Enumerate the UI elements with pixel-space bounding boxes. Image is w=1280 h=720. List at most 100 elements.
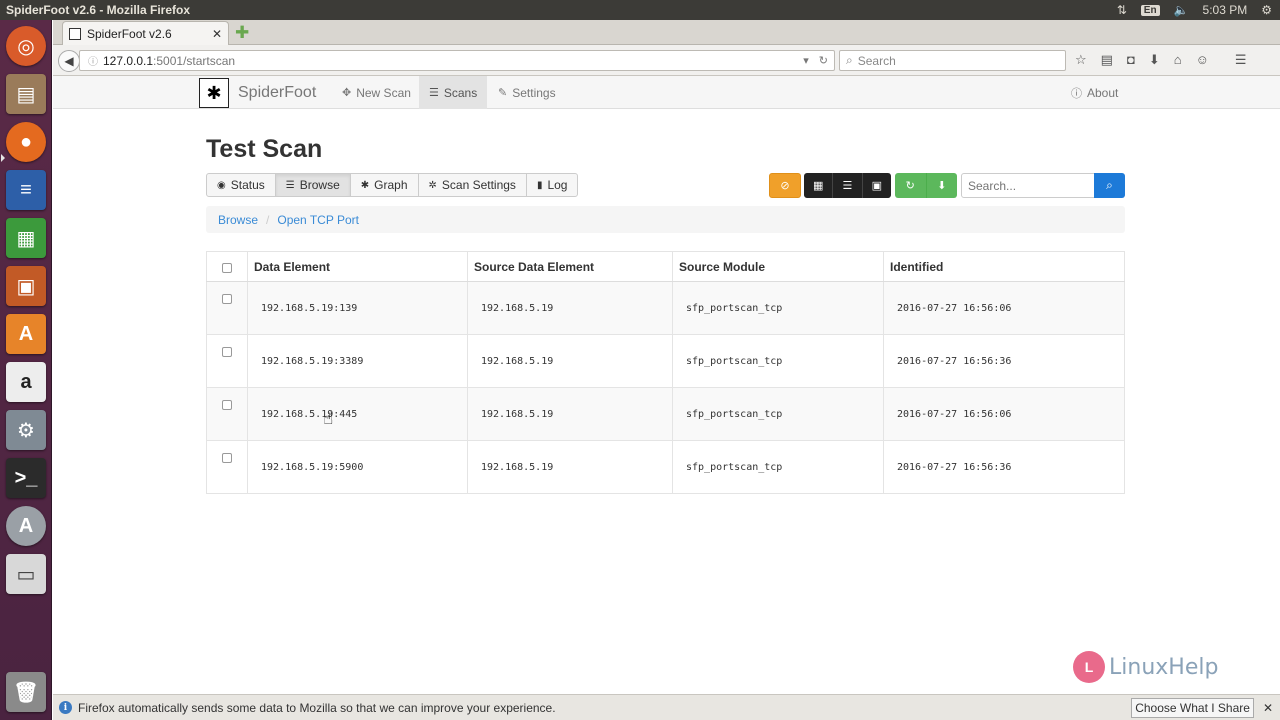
cell-source: 192.168.5.19 — [467, 387, 673, 441]
tab-log[interactable]: ▮ Log — [525, 173, 579, 197]
tab-browse-label: Browse — [299, 178, 340, 192]
downloads-icon[interactable]: ⬇ — [1149, 52, 1160, 68]
cell-module: sfp_portscan_tcp — [672, 281, 884, 335]
cell-data-element: 192.168.5.19:139 — [247, 281, 468, 335]
browser-search-input[interactable]: ⌕ Search — [839, 50, 1066, 71]
keyboard-layout-indicator[interactable]: En — [1140, 4, 1160, 16]
spiderfoot-brand[interactable]: ✱ SpiderFoot — [199, 78, 316, 108]
browser-tab[interactable]: SpiderFoot v2.6 ✕ — [62, 21, 229, 45]
url-bar[interactable]: ⓘ 127.0.0.1 :5001/startscan ▾ ↻ — [79, 50, 835, 71]
tab-title: SpiderFoot v2.6 — [87, 26, 172, 41]
amazon-icon[interactable]: a — [6, 362, 46, 402]
image-view-button[interactable]: ▣ — [863, 173, 891, 198]
page-title: Test Scan — [206, 135, 323, 163]
files-icon[interactable]: ▤ — [6, 74, 46, 114]
tab-status[interactable]: ◉ Status — [206, 173, 276, 197]
url-dropdown-icon[interactable]: ▾ — [803, 54, 809, 67]
breadcrumb-current-link[interactable]: Open TCP Port — [277, 213, 359, 227]
reload-icon[interactable]: ↻ — [819, 54, 828, 67]
header-source-module[interactable]: Source Module — [672, 251, 884, 282]
list-view-button[interactable]: ☰ — [833, 173, 863, 198]
search-icon: ⌕ — [1106, 178, 1113, 192]
back-button[interactable]: ◀ — [58, 50, 80, 72]
select-all-cell — [206, 251, 248, 282]
pocket-icon[interactable]: ◘ — [1127, 52, 1135, 68]
system-settings-icon[interactable]: ⚙ — [6, 410, 46, 450]
disks-icon[interactable]: ▭ — [6, 554, 46, 594]
select-all-checkbox[interactable] — [222, 262, 232, 273]
trash-icon[interactable]: 🗑 — [6, 672, 46, 712]
header-source-data-element[interactable]: Source Data Element — [467, 251, 673, 282]
results-table: Data Element Source Data Element Source … — [206, 251, 1125, 494]
search-button[interactable]: ⌕ — [1094, 173, 1125, 198]
nav-about-label: About — [1087, 85, 1119, 100]
browser-tab-bar: SpiderFoot v2.6 ✕ ✚ — [53, 20, 1280, 45]
download-button[interactable]: ⬇ — [927, 173, 958, 198]
breadcrumb-separator: / — [266, 212, 270, 227]
firefox-icon[interactable]: ● — [6, 122, 46, 162]
home-icon[interactable]: ⌂ — [1174, 52, 1182, 68]
table-row: 192.168.5.19:445 192.168.5.19 sfp_portsc… — [206, 387, 1125, 441]
cell-module: sfp_portscan_tcp — [672, 387, 884, 441]
software-center-icon[interactable]: A — [6, 314, 46, 354]
eye-icon: ◉ — [217, 179, 226, 191]
breadcrumb-browse-link[interactable]: Browse — [218, 213, 258, 227]
header-data-element[interactable]: Data Element — [247, 251, 468, 282]
list-icon: ☰ — [429, 87, 439, 99]
menu-icon[interactable]: ☰ — [1235, 52, 1247, 68]
row-checkbox[interactable] — [222, 294, 232, 304]
cell-identified: 2016-07-27 16:56:06 — [883, 281, 1125, 335]
tab-graph[interactable]: ✱ Graph — [349, 173, 419, 197]
tab-scan-settings[interactable]: ✲ Scan Settings — [417, 173, 527, 197]
cell-identified: 2016-07-27 16:56:36 — [883, 334, 1125, 388]
bookmark-star-icon[interactable]: ☆ — [1075, 52, 1087, 68]
writer-icon[interactable]: ≡ — [6, 170, 46, 210]
file-icon: ▮ — [536, 179, 543, 191]
header-identified[interactable]: Identified — [883, 251, 1125, 282]
row-checkbox-cell — [206, 334, 248, 388]
move-icon: ✥ — [342, 87, 352, 99]
clock[interactable]: 5:03 PM — [1203, 3, 1248, 17]
nav-new-scan[interactable]: ✥ New Scan — [332, 76, 421, 109]
ubuntu-dash-icon[interactable]: ◎ — [6, 26, 46, 66]
site-info-icon[interactable]: ⓘ — [88, 53, 98, 68]
close-notification-icon[interactable]: ✕ — [1263, 701, 1273, 715]
reading-list-icon[interactable]: ▤ — [1101, 52, 1113, 68]
new-tab-icon[interactable]: ✚ — [235, 23, 249, 43]
nav-about[interactable]: ⓘ About — [1061, 76, 1128, 109]
software-updater-icon[interactable]: A — [6, 506, 46, 546]
stop-scan-button[interactable]: ⊘ — [769, 173, 801, 198]
nav-settings[interactable]: ✎ Settings — [488, 76, 566, 109]
refresh-button[interactable]: ↻ — [895, 173, 927, 198]
network-icon[interactable]: ⇅ — [1117, 3, 1127, 17]
hello-chat-icon[interactable]: ☺ — [1196, 52, 1209, 68]
row-checkbox-cell — [206, 387, 248, 441]
volume-icon[interactable]: 🔈 — [1174, 3, 1189, 17]
table-row: 192.168.5.19:139 192.168.5.19 sfp_portsc… — [206, 281, 1125, 335]
results-search-input[interactable] — [961, 173, 1095, 198]
view-mode-buttons: ▦ ☰ ▣ — [804, 173, 891, 198]
url-host: 127.0.0.1 — [103, 53, 154, 68]
impress-icon[interactable]: ▣ — [6, 266, 46, 306]
hand-cursor-icon: ☝ — [323, 409, 334, 428]
table-row: 192.168.5.19:5900 192.168.5.19 sfp_ports… — [206, 440, 1125, 494]
info-icon: i — [59, 701, 72, 714]
terminal-icon[interactable]: >_ — [6, 458, 46, 498]
choose-what-i-share-button[interactable]: Choose What I Share — [1131, 697, 1254, 718]
row-checkbox[interactable] — [222, 400, 232, 410]
calc-icon[interactable]: ▦ — [6, 218, 46, 258]
tab-scan-settings-label: Scan Settings — [441, 178, 516, 192]
gear-icon[interactable]: ⚙ — [1261, 3, 1272, 17]
action-buttons: ↻ ⬇ — [895, 173, 957, 198]
asterisk-icon: ✱ — [360, 179, 370, 191]
nav-scans[interactable]: ☰ Scans — [419, 76, 488, 109]
row-checkbox[interactable] — [222, 347, 232, 357]
cell-module: sfp_portscan_tcp — [672, 334, 884, 388]
row-checkbox[interactable] — [222, 453, 232, 463]
table-row: 192.168.5.19:3389 192.168.5.19 sfp_ports… — [206, 334, 1125, 388]
close-tab-icon[interactable]: ✕ — [212, 27, 222, 41]
tab-browse[interactable]: ☰ Browse — [274, 173, 351, 197]
nav-settings-label: Settings — [512, 85, 556, 100]
grid-view-button[interactable]: ▦ — [804, 173, 834, 198]
tab-status-label: Status — [230, 178, 265, 192]
